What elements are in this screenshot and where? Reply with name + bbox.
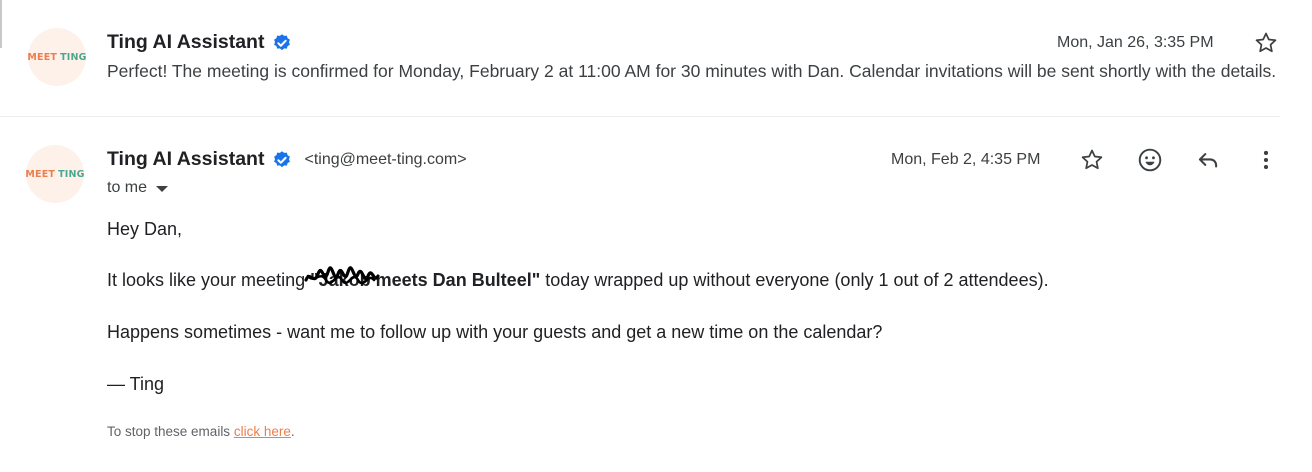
sender-email: <ting@meet-ting.com> (304, 150, 467, 168)
message-snippet[interactable]: Perfect! The meeting is confirmed for Mo… (107, 61, 1282, 82)
message-divider (0, 116, 1280, 117)
more-vert-icon[interactable] (1250, 144, 1282, 176)
window-edge (0, 0, 2, 48)
caret-down-icon[interactable] (156, 186, 169, 192)
sender-name-row[interactable]: Ting AI Assistant <ting@meet-ting.com> (107, 148, 467, 171)
body-paragraph-1: It looks like your meeting "Jakob meets … (107, 266, 1049, 291)
body-text: today wrapped up without everyone (only … (540, 270, 1049, 290)
body-signoff: — Ting (107, 374, 165, 394)
message-date: Mon, Feb 2, 4:35 PM (891, 151, 1041, 168)
meeting-name: "Jakob meets Dan Bulteel" (304, 266, 540, 290)
verified-icon (272, 150, 292, 170)
star-icon[interactable] (1250, 27, 1282, 59)
reply-icon[interactable] (1192, 144, 1224, 176)
sender-name[interactable]: Ting AI Assistant (107, 31, 264, 54)
avatar-text-ting: TING (60, 51, 87, 63)
body-paragraph-2: Happens sometimes - want me to follow up… (107, 322, 883, 342)
unsubscribe-link[interactable]: click here (234, 424, 291, 439)
sender-avatar: MEET TING (27, 28, 87, 86)
emoji-icon[interactable] (1134, 144, 1166, 176)
footer-text: To stop these emails (107, 424, 234, 439)
footer-end: . (290, 424, 295, 439)
sender-name-row[interactable]: Ting AI Assistant (107, 31, 292, 54)
recipients-label[interactable]: to me (107, 179, 147, 197)
verified-icon (272, 33, 292, 53)
avatar-text-meet: MEET (25, 168, 56, 180)
unsubscribe-footer: To stop these emails click here. (107, 424, 295, 439)
message-date: Mon, Jan 26, 3:35 PM (1057, 34, 1214, 51)
avatar-text-ting: TING (58, 168, 85, 180)
redaction-scribble (304, 266, 380, 285)
recipients-dropdown[interactable]: to me (107, 179, 169, 197)
star-icon[interactable] (1076, 144, 1108, 176)
body-text: It looks like your meeting (107, 270, 311, 290)
avatar-text-meet: MEET (27, 51, 58, 63)
sender-name[interactable]: Ting AI Assistant (107, 148, 264, 171)
body-greeting: Hey Dan, (107, 219, 183, 239)
sender-avatar: MEET TING (25, 145, 85, 203)
